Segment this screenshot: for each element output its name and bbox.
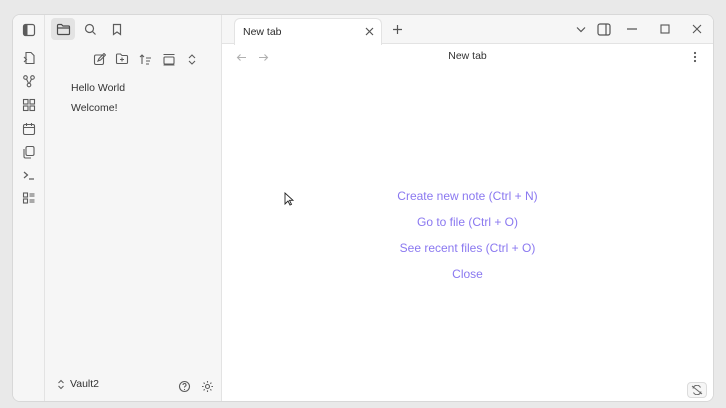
settings-gear-icon[interactable] bbox=[198, 377, 216, 395]
sidebar-tab-header bbox=[45, 15, 221, 43]
collapse-icon[interactable] bbox=[159, 49, 179, 69]
main-area: New tab New tab Create new note (Ctrl + … bbox=[222, 15, 713, 401]
bookmark-icon[interactable] bbox=[105, 18, 129, 40]
sidebar-footer: Vault2 bbox=[45, 371, 221, 401]
plus-icon[interactable] bbox=[388, 20, 406, 38]
more-options-icon[interactable] bbox=[687, 49, 703, 65]
app-window: Hello World Welcome! Vault2 New tab New … bbox=[12, 14, 714, 402]
expand-collapse-icon[interactable] bbox=[182, 49, 202, 69]
new-folder-icon[interactable] bbox=[112, 49, 132, 69]
help-icon[interactable] bbox=[175, 377, 193, 395]
window-close-icon[interactable] bbox=[688, 20, 706, 38]
file-item-welcome[interactable]: Welcome! bbox=[71, 99, 125, 118]
vault-switcher[interactable]: Vault2 bbox=[57, 378, 99, 390]
right-sidebar-toggle-icon[interactable] bbox=[595, 20, 613, 38]
maximize-icon[interactable] bbox=[656, 20, 674, 38]
ribbon bbox=[13, 15, 45, 401]
sync-status-icon[interactable] bbox=[687, 382, 707, 398]
view-title: New tab bbox=[448, 50, 487, 62]
mouse-cursor-icon bbox=[284, 192, 294, 206]
view-header: New tab bbox=[222, 45, 713, 69]
create-new-note-link[interactable]: Create new note (Ctrl + N) bbox=[222, 183, 713, 209]
file-item-hello-world[interactable]: Hello World bbox=[71, 79, 125, 98]
tab-new-tab[interactable]: New tab bbox=[234, 18, 382, 45]
graph-icon[interactable] bbox=[18, 70, 40, 92]
file-explorer-actions bbox=[45, 49, 221, 69]
left-sidebar: Hello World Welcome! Vault2 bbox=[45, 15, 222, 401]
templates-icon[interactable] bbox=[18, 141, 40, 163]
sidebar-toggle-icon[interactable] bbox=[18, 19, 40, 41]
file-tree: Hello World Welcome! bbox=[71, 79, 125, 119]
calendar-icon[interactable] bbox=[18, 118, 40, 140]
canvas-icon[interactable] bbox=[18, 94, 40, 116]
sort-icon[interactable] bbox=[135, 49, 155, 69]
vault-name: Vault2 bbox=[70, 378, 99, 390]
see-recent-files-link[interactable]: See recent files (Ctrl + O) bbox=[222, 235, 713, 261]
search-icon[interactable] bbox=[78, 18, 102, 40]
chevron-up-down-icon bbox=[57, 379, 65, 390]
close-link[interactable]: Close bbox=[222, 261, 713, 287]
close-icon[interactable] bbox=[361, 23, 377, 39]
tab-bar: New tab bbox=[222, 15, 713, 45]
terminal-icon[interactable] bbox=[18, 164, 40, 186]
command-palette-icon[interactable] bbox=[18, 187, 40, 209]
folder-icon[interactable] bbox=[51, 18, 75, 40]
chevron-down-icon[interactable] bbox=[572, 20, 590, 38]
tab-title: New tab bbox=[243, 26, 282, 38]
empty-state-actions: Create new note (Ctrl + N) Go to file (C… bbox=[222, 183, 713, 287]
minimize-icon[interactable] bbox=[623, 20, 641, 38]
go-to-file-link[interactable]: Go to file (Ctrl + O) bbox=[222, 209, 713, 235]
new-note-icon[interactable] bbox=[89, 49, 109, 69]
switcher-icon[interactable] bbox=[18, 47, 40, 69]
